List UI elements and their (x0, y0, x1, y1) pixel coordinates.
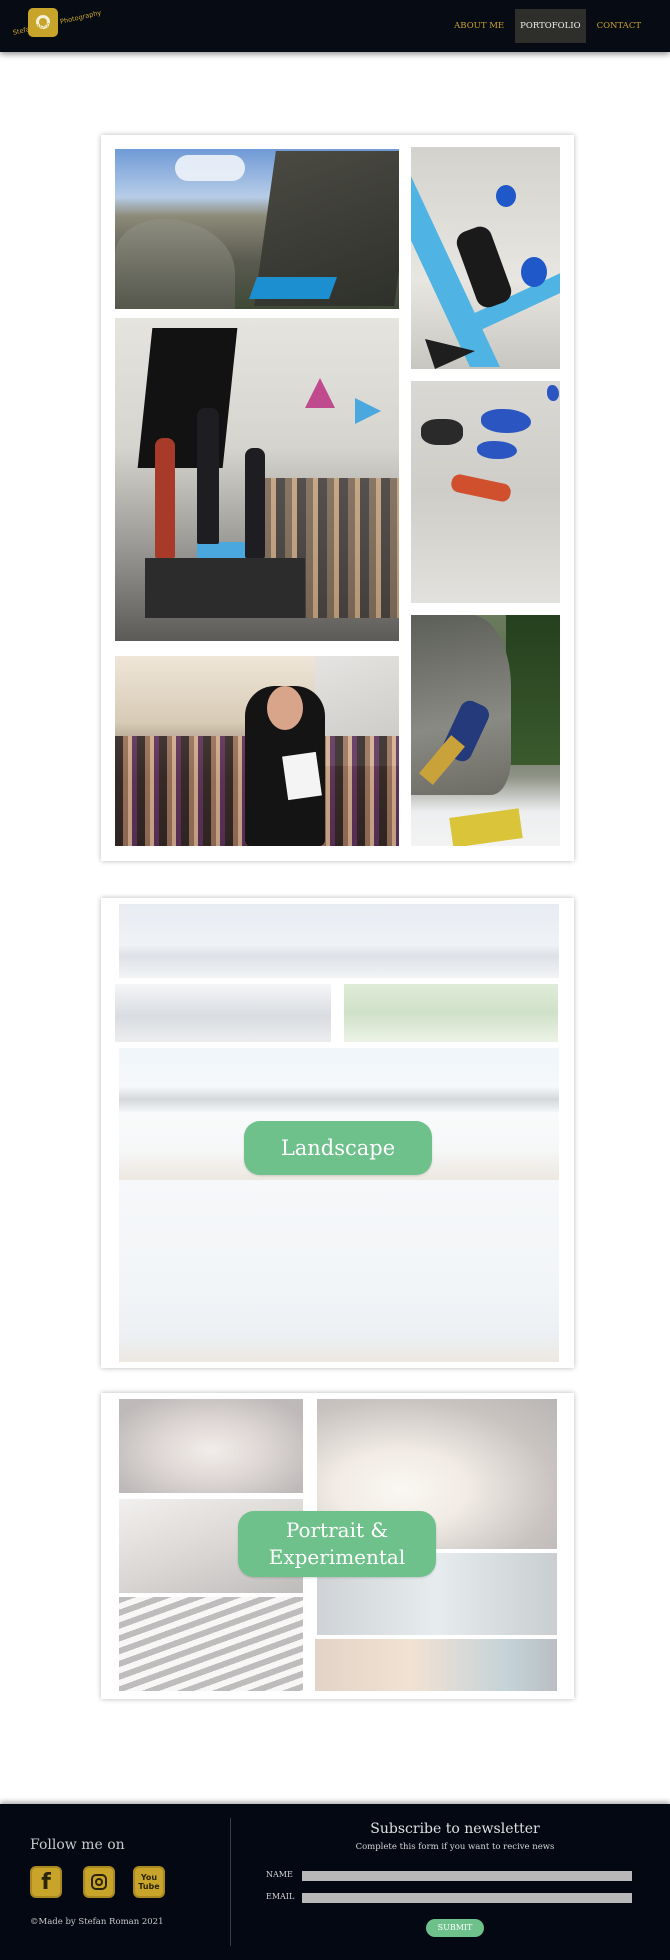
photo-outdoor-snow-boulder[interactable] (411, 615, 560, 846)
instagram-icon[interactable] (83, 1866, 115, 1898)
photo-podium-ceremony[interactable] (115, 318, 399, 641)
photo-landscape-grass (344, 984, 558, 1042)
youtube-icon[interactable]: You Tube (133, 1866, 165, 1898)
photo-detail (175, 155, 245, 181)
facebook-glyph: f (41, 1870, 51, 1895)
photo-detail (506, 615, 560, 765)
photo-portrait-stripes (119, 1597, 303, 1691)
photo-detail (355, 398, 381, 424)
photo-detail (145, 558, 305, 618)
photo-detail (449, 808, 523, 846)
photo-indoor-overhang[interactable] (411, 381, 560, 603)
photo-experimental-colors (315, 1639, 557, 1691)
email-field[interactable] (302, 1893, 632, 1903)
photo-landscape-lake (119, 1048, 559, 1112)
youtube-glyph-line2: Tube (138, 1882, 160, 1891)
name-field[interactable] (302, 1871, 632, 1881)
photo-detail (155, 438, 175, 558)
follow-label: Follow me on (30, 1837, 125, 1853)
footer-divider (230, 1818, 231, 1946)
photo-detail (305, 378, 335, 408)
gallery-card-portrait[interactable]: Portrait & Experimental (101, 1393, 574, 1699)
photo-winner-portrait[interactable] (115, 656, 399, 846)
photo-detail (521, 257, 547, 287)
photo-indoor-climber[interactable] (411, 147, 560, 369)
photo-detail (481, 409, 531, 433)
photo-landscape-sea (119, 1180, 559, 1362)
portrait-label-line2: Experimental (268, 1545, 406, 1569)
photo-detail (449, 472, 513, 504)
nav-portofolio[interactable]: PORTOFOLIO (515, 9, 586, 43)
portrait-label-line1: Portrait & (285, 1518, 389, 1542)
youtube-glyph-line1: You (140, 1873, 158, 1882)
photo-detail (496, 185, 516, 207)
photo-landscape-mountains (119, 904, 559, 978)
nav-contact[interactable]: CONTACT (592, 9, 646, 43)
photo-landscape-snowy-peaks (115, 984, 331, 1042)
name-label: NAME (266, 1870, 293, 1879)
photo-detail (137, 328, 238, 468)
gallery-card-landscape[interactable]: Landscape (101, 898, 574, 1368)
photo-detail (547, 385, 559, 401)
photo-outdoor-boulder[interactable] (115, 149, 399, 309)
gallery-card-climbing[interactable] (101, 135, 574, 861)
submit-button[interactable]: SUBMIT (426, 1919, 484, 1937)
youtube-glyph: You Tube (135, 1873, 163, 1891)
portrait-experimental-button[interactable]: Portrait & Experimental (238, 1511, 436, 1577)
photo-detail (197, 408, 219, 544)
email-label: EMAIL (266, 1892, 295, 1901)
photo-detail (245, 448, 265, 558)
photo-detail (248, 277, 338, 299)
newsletter-subtitle: Complete this form if you want to recive… (355, 1842, 555, 1852)
instagram-lens (95, 1878, 103, 1886)
nav-about-me[interactable]: ABOUT ME (449, 9, 509, 43)
site-header: Stefan Roman Photography ABOUT ME PORTOF… (0, 0, 670, 52)
main-nav: ABOUT ME PORTOFOLIO CONTACT (443, 9, 646, 43)
photo-detail (421, 419, 463, 445)
photo-detail (477, 441, 517, 459)
photo-detail (282, 751, 322, 801)
site-footer: Follow me on f You Tube ©Made by Stefan … (0, 1804, 670, 1960)
copyright-text: ©Made by Stefan Roman 2021 (30, 1917, 164, 1927)
site-logo[interactable]: Stefan Roman Photography (12, 6, 124, 50)
photo-portrait-face (119, 1399, 303, 1493)
newsletter-title: Subscribe to newsletter (370, 1821, 540, 1837)
landscape-button[interactable]: Landscape (244, 1121, 432, 1175)
facebook-icon[interactable]: f (30, 1866, 62, 1898)
photo-detail (115, 219, 235, 309)
photo-detail (267, 686, 303, 730)
